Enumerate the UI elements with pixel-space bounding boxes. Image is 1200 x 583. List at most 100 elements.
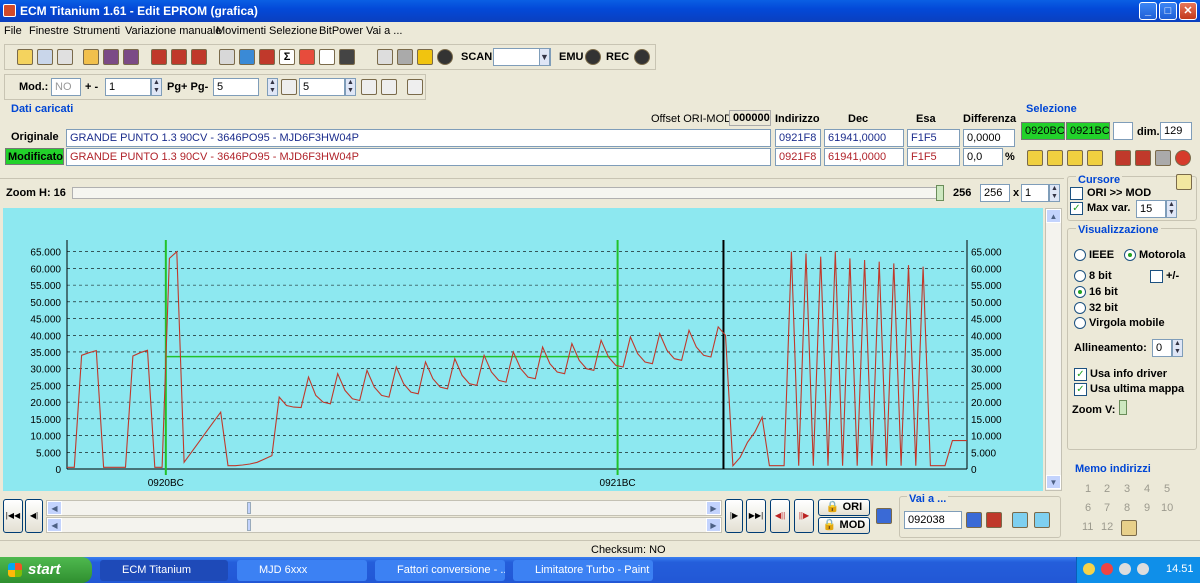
windows-icon[interactable]	[37, 49, 53, 65]
calendar-icon[interactable]	[191, 49, 207, 65]
modificato-esa[interactable]: F1F5	[907, 148, 960, 166]
goto-forward-icon[interactable]	[1034, 512, 1050, 528]
scan-label[interactable]: SCAN	[461, 51, 492, 63]
max-var-spinner[interactable]: ▲ ▼	[1166, 200, 1177, 218]
memo-11[interactable]: 11	[1082, 521, 1093, 533]
modificato-description[interactable]: GRANDE PUNTO 1.3 90CV - 3646PO95 - MJD6F…	[66, 148, 771, 166]
text-icon[interactable]	[377, 49, 393, 65]
start-button[interactable]: start	[0, 557, 92, 583]
memo-5[interactable]: 5	[1164, 483, 1170, 495]
scroll-left-icon[interactable]: ◀	[47, 501, 62, 515]
pen-icon[interactable]	[299, 49, 315, 65]
copy-icon[interactable]	[1115, 150, 1131, 166]
zoom-slider-track[interactable]	[72, 187, 942, 199]
lock-icon[interactable]	[1176, 174, 1192, 190]
emu-label[interactable]: EMU	[559, 51, 583, 63]
mod-hscroll[interactable]: ◀ ▶	[46, 517, 722, 533]
chart-panel[interactable]: 0 0 5.000 5.000 10.000 10.000 15.000 15.000 20.0…	[3, 208, 1043, 491]
goto-mod-icon[interactable]	[986, 512, 1002, 528]
nav-prev-button[interactable]: ◀|	[25, 499, 43, 533]
scroll-left-icon[interactable]: ◀	[47, 518, 62, 532]
pg-field[interactable]: 5	[213, 78, 259, 96]
task-ecm-titanium[interactable]: ECM Titanium	[100, 560, 228, 581]
paste-icon[interactable]	[1135, 150, 1151, 166]
sum-icon[interactable]: Σ	[279, 49, 295, 65]
flag-icon[interactable]	[876, 508, 892, 524]
chart-svg[interactable]: 0 0 5.000 5.000 10.000 10.000 15.000 15.000 20.0…	[3, 208, 1043, 491]
select-mid-icon[interactable]	[1047, 150, 1063, 166]
goto-back-icon[interactable]	[1012, 512, 1028, 528]
modificato-address[interactable]: 0921F8	[775, 148, 821, 166]
save-icon[interactable]	[103, 49, 119, 65]
app-icon[interactable]	[3, 4, 16, 17]
tray-antivirus-icon[interactable]	[1101, 563, 1113, 575]
selection-start[interactable]: 0920BC	[1021, 122, 1065, 140]
signed-checkbox[interactable]	[1150, 270, 1163, 283]
ori-mod-checkbox[interactable]	[1070, 187, 1083, 200]
modificato-dec[interactable]: 61941,0000	[824, 148, 904, 166]
chevron-down-icon[interactable]: ▼	[539, 48, 550, 66]
memo-10[interactable]: 10	[1161, 502, 1173, 514]
8bit-radio[interactable]	[1074, 270, 1086, 282]
check-icon[interactable]	[151, 49, 167, 65]
motorola-radio[interactable]	[1124, 249, 1136, 261]
graph-icon[interactable]	[319, 49, 335, 65]
scroll-right-icon[interactable]: ▶	[706, 501, 721, 515]
memo-12[interactable]: 12	[1101, 521, 1113, 533]
select-right-icon[interactable]	[1067, 150, 1083, 166]
memo-edit-icon[interactable]	[1121, 520, 1137, 536]
pg-spinner[interactable]: ▲ ▼	[267, 78, 278, 96]
select-all-icon[interactable]	[1087, 150, 1103, 166]
minimize-button[interactable]: _	[1139, 2, 1157, 20]
zoom-mult-field[interactable]: 1	[1021, 184, 1049, 202]
binoculars-icon[interactable]	[339, 49, 355, 65]
plusminus-spinner[interactable]: ▲ ▼	[151, 78, 162, 96]
close-button[interactable]: ✕	[1179, 2, 1197, 20]
nav-first-button[interactable]: |◀◀	[3, 499, 23, 533]
tray-shield-icon[interactable]	[1083, 563, 1095, 575]
zoom-slider-thumb[interactable]	[936, 185, 944, 201]
page-icon[interactable]	[57, 49, 73, 65]
float-radio[interactable]	[1074, 317, 1086, 329]
16bit-radio[interactable]	[1074, 286, 1086, 298]
task-mjd[interactable]: MJD 6xxx	[237, 560, 367, 581]
bars-icon[interactable]	[239, 49, 255, 65]
modificato-diff[interactable]: 0,0	[963, 148, 1003, 166]
allineamento-field[interactable]: 0	[1152, 339, 1172, 357]
m-icon[interactable]	[361, 79, 377, 95]
ieee-radio[interactable]	[1074, 249, 1086, 261]
memo-6[interactable]: 6	[1085, 502, 1091, 514]
menu-bitpower[interactable]: BitPower	[319, 25, 363, 37]
selection-extra[interactable]	[1113, 122, 1133, 140]
memo-1[interactable]: 1	[1085, 483, 1091, 495]
tray-volume-icon[interactable]	[1137, 563, 1149, 575]
select-left-icon[interactable]	[1027, 150, 1043, 166]
nav-last-button[interactable]: ▶▶|	[746, 499, 766, 533]
usa-info-checkbox[interactable]: ✓	[1074, 368, 1087, 381]
menu-file[interactable]: File	[4, 25, 22, 37]
32bit-radio[interactable]	[1074, 302, 1086, 314]
zoom-field[interactable]: 256	[980, 184, 1010, 202]
scroll-right-icon[interactable]: ▶	[706, 518, 721, 532]
memo-9[interactable]: 9	[1144, 502, 1150, 514]
memo-4[interactable]: 4	[1144, 483, 1150, 495]
scroll-down-icon[interactable]: ▼	[1046, 475, 1061, 489]
mod-field[interactable]: NO	[51, 78, 81, 96]
runner-icon[interactable]	[417, 49, 433, 65]
dim-field[interactable]: 129	[1160, 122, 1192, 140]
max-var-field[interactable]: 15	[1136, 200, 1166, 218]
power-icon[interactable]	[1175, 150, 1191, 166]
n-icon[interactable]	[381, 79, 397, 95]
plusminus-field[interactable]: 1	[105, 78, 151, 96]
task-paint[interactable]: Limitatore Turbo - Paint	[513, 560, 653, 581]
scroll-up-icon[interactable]: ▲	[1046, 209, 1061, 223]
ori-button[interactable]: 🔒 ORI	[818, 499, 870, 516]
menu-movimenti[interactable]: Movimenti	[216, 25, 266, 37]
maximize-button[interactable]: □	[1159, 2, 1177, 20]
rec-label[interactable]: REC	[606, 51, 629, 63]
p-field[interactable]: 5	[299, 78, 345, 96]
memo-7[interactable]: 7	[1104, 502, 1110, 514]
menu-variazione-manuale[interactable]: Variazione manuale	[125, 25, 221, 37]
edit-icon[interactable]	[259, 49, 275, 65]
emu-icon[interactable]	[585, 49, 601, 65]
